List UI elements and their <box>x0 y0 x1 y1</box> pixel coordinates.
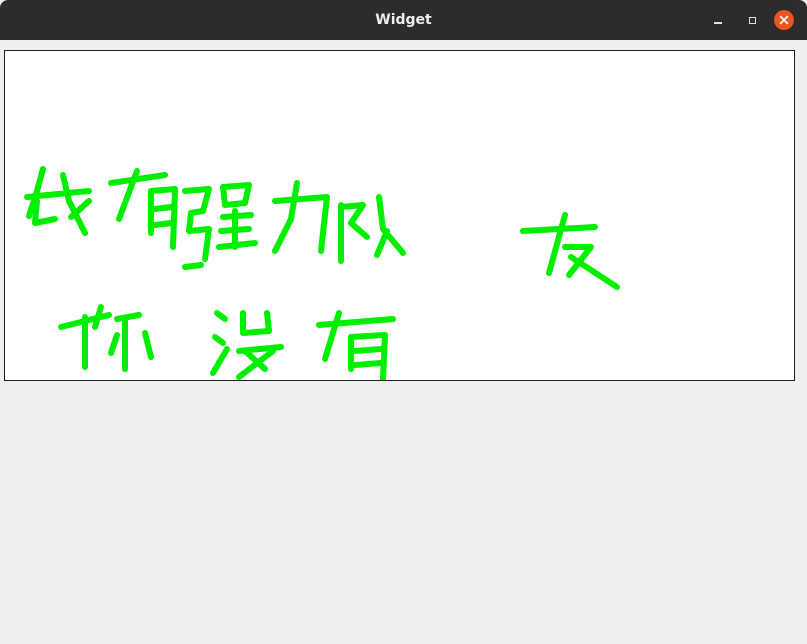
drawing-canvas[interactable] <box>4 50 795 381</box>
handwritten-char-dui <box>338 194 406 264</box>
window-title: Widget <box>375 12 432 28</box>
title-bar[interactable]: Widget <box>0 0 807 40</box>
handwritten-char-you-2 <box>520 212 620 290</box>
minimize-icon <box>714 22 722 24</box>
handwritten-char-you-3 <box>316 310 396 380</box>
maximize-icon <box>748 16 756 24</box>
close-icon <box>779 15 789 25</box>
handwriting-drawing <box>24 166 620 380</box>
minimize-button[interactable] <box>708 10 728 30</box>
handwritten-char-qiang <box>182 182 258 270</box>
handwritten-char-mei <box>210 310 284 380</box>
handwritten-char-you-1 <box>108 168 178 250</box>
maximize-button[interactable] <box>742 10 762 30</box>
close-button[interactable] <box>774 10 794 30</box>
handwritten-char-ni <box>58 304 154 372</box>
app-window: Widget <box>0 0 807 644</box>
handwritten-char-li <box>272 180 330 254</box>
handwritten-char-wo <box>24 166 92 236</box>
